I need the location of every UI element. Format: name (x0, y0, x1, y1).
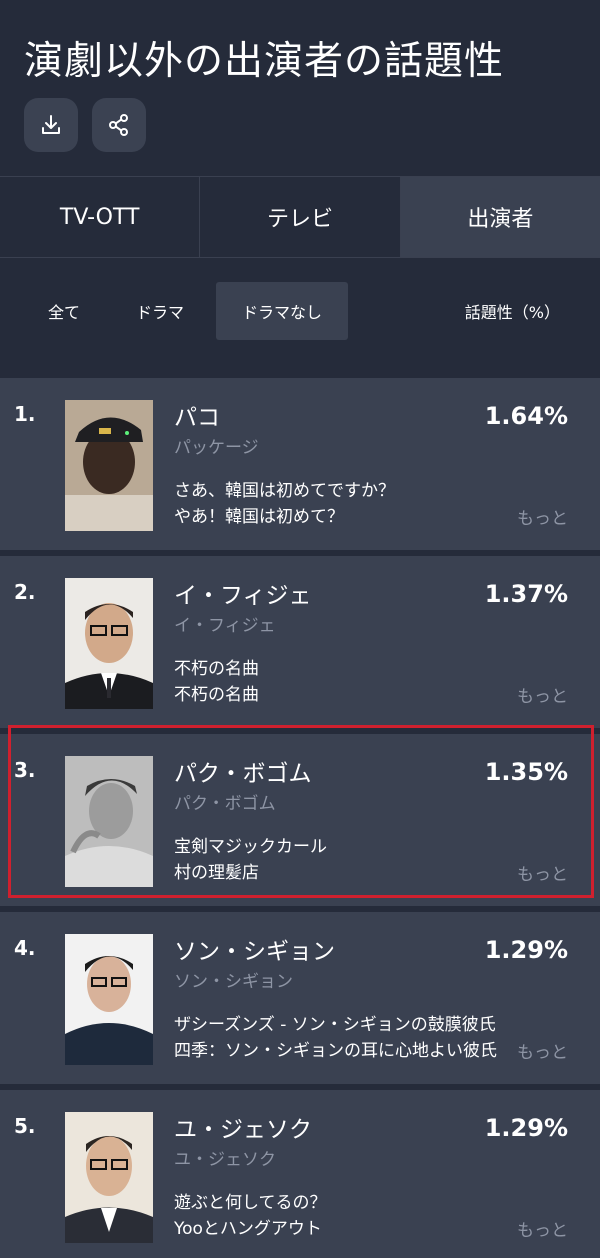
share-button[interactable] (92, 98, 146, 152)
more-link[interactable]: もっと (517, 504, 568, 529)
more-link[interactable]: もっと (517, 1216, 568, 1241)
download-button[interactable] (24, 98, 78, 152)
rank-number: 2. (14, 580, 36, 604)
header: 演劇以外の出演者の話題性 (0, 0, 600, 176)
work-title: 四季：ソン・シギョンの耳に心地よい彼氏 (174, 1041, 497, 1061)
performer-photo (65, 1112, 153, 1243)
work-title: 遊ぶと何してるの？ (174, 1193, 327, 1213)
work-title: さあ、韓国は初めてですか？ (174, 481, 395, 501)
main-tabs: TV-OTT テレビ 出演者 (0, 176, 600, 258)
list-item[interactable]: 4. ソン・シギョン ソン・シギョン ザシーズンズ - ソン・シギョンの鼓膜彼氏… (0, 912, 600, 1084)
work-title: ザシーズンズ - ソン・シギョンの鼓膜彼氏 (174, 1015, 496, 1035)
performer-name: パク・ボゴム (174, 761, 312, 787)
performer-name: ユ・ジェソク (174, 1117, 312, 1143)
performer-name: パコ (174, 405, 220, 431)
work-title: やあ！韓国は初めて？ (174, 507, 344, 527)
rank-number: 3. (14, 758, 36, 782)
list-item[interactable]: 1. パコ パッケージ さあ、韓国は初めてですか？ やあ！韓国は初めて？ 1.6… (0, 378, 600, 550)
more-link[interactable]: もっと (517, 860, 568, 885)
performer-subname: パッケージ (174, 438, 259, 458)
filter-non-drama[interactable]: ドラマなし (216, 282, 348, 340)
buzz-percent: 1.29% (484, 936, 568, 964)
list-item[interactable]: 3. パク・ボゴム パク・ボゴム 宝剣マジックカール 村の理髪店 1.35% も… (0, 734, 600, 906)
performer-photo (65, 934, 153, 1065)
metric-label: 話題性（%） (464, 303, 560, 322)
buzz-percent: 1.64% (484, 402, 568, 430)
work-title: 不朽の名曲 (174, 659, 259, 679)
rank-number: 1. (14, 402, 36, 426)
performer-photo (65, 756, 153, 887)
performer-subname: パク・ボゴム (174, 794, 276, 814)
rank-number: 4. (14, 936, 36, 960)
performer-photo (65, 578, 153, 709)
tab-tv[interactable]: テレビ (200, 177, 401, 257)
tab-tv-ott[interactable]: TV-OTT (0, 177, 201, 257)
performer-photo (65, 400, 153, 531)
buzz-percent: 1.37% (484, 580, 568, 608)
performer-subname: イ・フィジェ (174, 616, 276, 636)
list-item[interactable]: 2. イ・フィジェ イ・フィジェ 不朽の名曲 不朽の名曲 1.37% もっと (0, 556, 600, 728)
rank-number: 5. (14, 1114, 36, 1138)
buzz-percent: 1.35% (484, 758, 568, 786)
share-icon (109, 114, 128, 136)
work-title: 村の理髪店 (174, 863, 259, 883)
more-link[interactable]: もっと (517, 682, 568, 707)
page-title: 演劇以外の出演者の話題性 (24, 39, 505, 84)
work-title: 宝剣マジックカール (174, 837, 327, 857)
performer-subname: ユ・ジェソク (174, 1150, 276, 1170)
more-link[interactable]: もっと (517, 1038, 568, 1063)
performer-subname: ソン・シギョン (174, 972, 293, 992)
performer-name: イ・フィジェ (174, 583, 312, 609)
filter-drama[interactable]: ドラマ (120, 282, 200, 340)
list-item[interactable]: 5. ユ・ジェソク ユ・ジェソク 遊ぶと何してるの？ Yooとハングアウト 1.… (0, 1090, 600, 1258)
work-title: 不朽の名曲 (174, 685, 259, 705)
download-icon (42, 115, 60, 134)
filter-all[interactable]: 全て (24, 282, 104, 340)
work-title: Yooとハングアウト (174, 1219, 322, 1239)
filter-bar: 全て ドラマ ドラマなし 話題性（%） (0, 258, 600, 372)
buzz-percent: 1.29% (484, 1114, 568, 1142)
performer-name: ソン・シギョン (174, 939, 335, 965)
tab-performers[interactable]: 出演者 (400, 177, 600, 257)
